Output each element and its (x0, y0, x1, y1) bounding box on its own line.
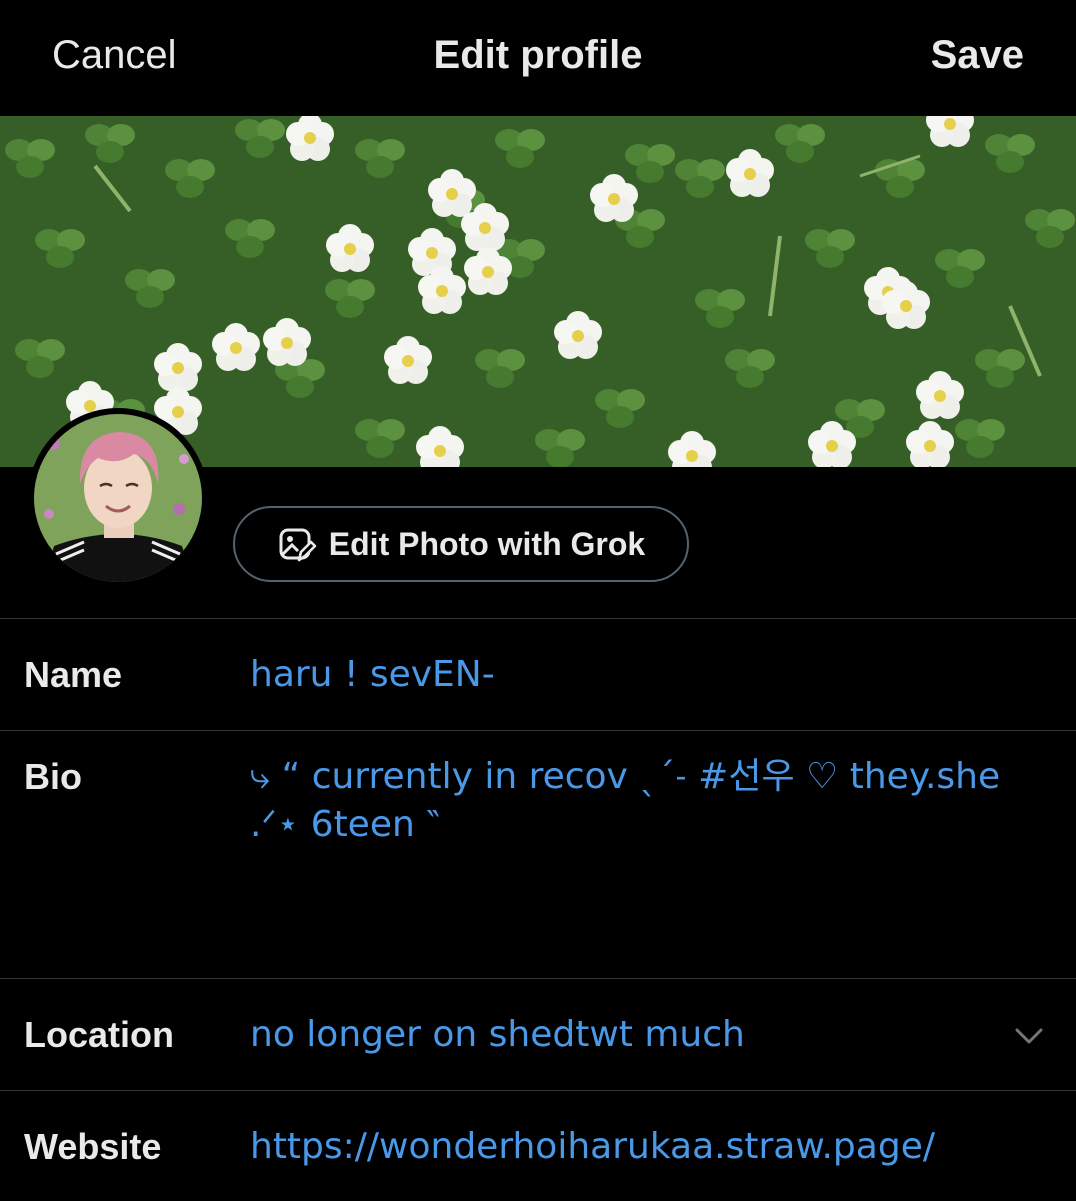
bio-label: Bio (24, 756, 82, 797)
website-label: Website (24, 1126, 162, 1167)
location-field[interactable]: no longer on shedtwt much (250, 1011, 986, 1059)
name-label: Name (24, 654, 123, 695)
top-bar: Cancel Edit profile Save (0, 0, 1076, 116)
website-row: Website https://wonderhoiharukaa.straw.p… (0, 1090, 1076, 1201)
location-label: Location (24, 1014, 174, 1055)
website-field[interactable]: https://wonderhoiharukaa.straw.page/ (250, 1123, 1046, 1171)
name-row: Name haru ! sevEN- (0, 618, 1076, 731)
cancel-button[interactable]: Cancel (52, 30, 177, 80)
save-button[interactable]: Save (931, 30, 1024, 80)
name-field[interactable]: haru ! sevEN- (250, 651, 1046, 699)
edit-photo-with-grok-label: Edit Photo with Grok (328, 526, 646, 562)
location-row: Location no longer on shedtwt much (0, 978, 1076, 1091)
profile-photo (34, 414, 202, 582)
edit-photo-with-grok-button[interactable]: Edit Photo with Grok (233, 506, 689, 582)
chevron-down-icon[interactable] (1012, 1019, 1046, 1053)
image-edit-icon (279, 528, 317, 562)
bio-row: Bio ⤷ “ currently in recov ˎˊ˗ #선우 ♡ the… (0, 730, 1076, 979)
bio-field[interactable]: ⤷ “ currently in recov ˎˊ˗ #선우 ♡ they.sh… (250, 753, 1046, 849)
avatar[interactable] (28, 408, 208, 588)
